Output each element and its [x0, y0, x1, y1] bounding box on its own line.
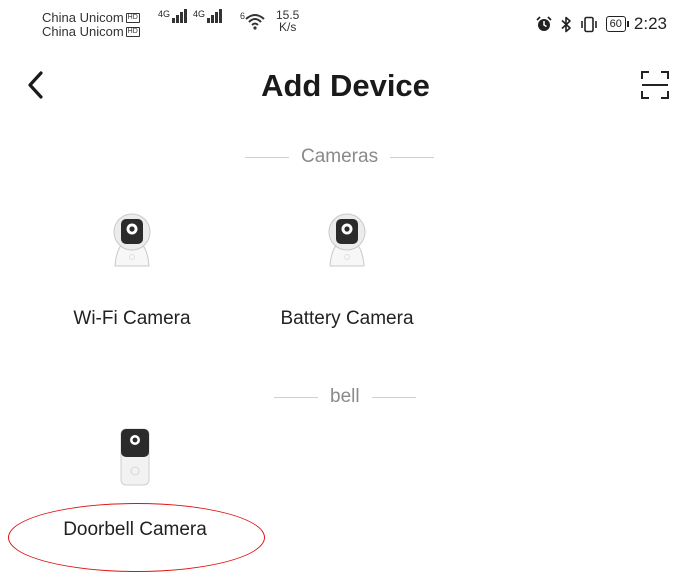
signal-icon: 4G	[193, 9, 223, 23]
hd-badge: HD	[125, 27, 140, 37]
device-wifi-camera[interactable]: Wi-Fi Camera	[52, 212, 212, 330]
device-doorbell-camera[interactable]: Doorbell Camera	[40, 427, 230, 541]
status-time: 2:23	[633, 14, 667, 33]
status-bar: China Unicom HD China Unicom HD 4G 4G 6 …	[0, 0, 691, 50]
carrier-name: China Unicom	[42, 24, 124, 39]
divider	[274, 396, 318, 398]
divider	[245, 156, 289, 158]
page-title: Add Device	[261, 68, 430, 103]
divider	[371, 396, 416, 398]
section-title: Cameras	[301, 146, 379, 167]
wifi-icon: 6	[240, 11, 265, 30]
status-right: 60 2:23	[536, 14, 667, 34]
signal-indicators: 4G 4G	[158, 9, 223, 23]
bluetooth-icon	[561, 16, 571, 32]
network-speed: 15.5 K/s	[276, 8, 300, 34]
device-label: Wi-Fi Camera	[73, 308, 191, 329]
doorbell-icon	[120, 428, 150, 486]
carrier-info: China Unicom HD China Unicom HD	[42, 11, 140, 39]
alarm-icon	[536, 16, 552, 31]
section-header-cameras: Cameras	[245, 146, 435, 168]
hd-badge: HD	[125, 13, 140, 23]
section-title: bell	[330, 386, 360, 407]
section-header-bell: bell	[274, 386, 416, 408]
vibrate-icon	[580, 16, 597, 32]
svg-text:6: 6	[240, 11, 245, 21]
scan-button[interactable]	[640, 70, 670, 100]
device-label: Battery Camera	[280, 308, 414, 329]
camera-icon	[328, 213, 366, 267]
camera-icon	[113, 213, 151, 267]
signal-icon: 4G	[158, 9, 188, 23]
device-battery-camera[interactable]: Battery Camera	[262, 212, 432, 330]
device-label: Doorbell Camera	[63, 519, 207, 540]
battery-icon: 60	[605, 16, 630, 32]
carrier-name: China Unicom	[42, 10, 124, 25]
divider	[390, 156, 435, 158]
scan-icon	[641, 71, 669, 99]
